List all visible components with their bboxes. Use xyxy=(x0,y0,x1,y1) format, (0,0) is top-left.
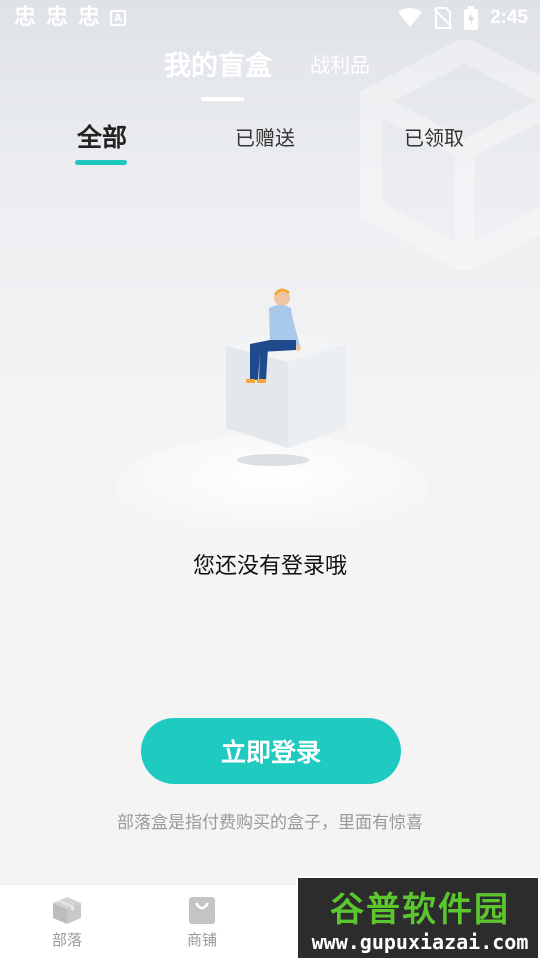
nav-item-tribe[interactable]: 部落 xyxy=(22,895,112,950)
app-notification-icon: 忠 xyxy=(78,5,101,30)
battery-charging-icon xyxy=(463,6,478,30)
box-icon xyxy=(53,897,81,924)
top-tab-indicator xyxy=(201,97,244,101)
no-sim-icon xyxy=(433,7,452,29)
subtab-indicator xyxy=(75,160,127,165)
notification-icons: 忠 忠 忠 A xyxy=(14,5,127,30)
app-notification-icon: 忠 xyxy=(14,5,37,30)
app-notification-icon: 忠 xyxy=(46,5,69,30)
shopping-bag-icon xyxy=(189,897,215,924)
nav-item-shop[interactable]: 商铺 xyxy=(157,895,247,950)
nav-label-shop: 商铺 xyxy=(186,931,217,949)
filter-tabs: 全部 已赠送 已领取 xyxy=(0,118,540,168)
empty-state-illustration xyxy=(115,288,429,539)
wifi-icon xyxy=(397,8,422,27)
nav-label-tribe: 部落 xyxy=(51,931,82,949)
watermark-title: 谷普软件园 xyxy=(330,890,510,930)
subtab-gifted[interactable]: 已赠送 xyxy=(235,122,295,151)
empty-message: 您还没有登录哦 xyxy=(192,554,347,579)
system-icons: 2:45 xyxy=(397,6,528,30)
watermark-url: www.gupuxiazai.com xyxy=(311,930,529,954)
tab-loot[interactable]: 战利品 xyxy=(310,49,370,78)
top-tab-bar: 我的盲盒 战利品 xyxy=(0,44,540,84)
subtab-all[interactable]: 全部 xyxy=(77,118,127,154)
tab-my-blind-box[interactable]: 我的盲盒 xyxy=(164,44,272,83)
clock: 2:45 xyxy=(489,7,528,28)
subtab-received[interactable]: 已领取 xyxy=(404,122,464,151)
login-now-button[interactable]: 立即登录 xyxy=(141,718,401,784)
blind-box-hint: 部落盒是指付费购买的盒子，里面有惊喜 xyxy=(117,813,423,833)
status-bar: 忠 忠 忠 A 2:45 xyxy=(0,0,540,36)
font-a-icon: A xyxy=(110,10,127,26)
watermark: 谷普软件园 www.gupuxiazai.com xyxy=(296,876,540,960)
